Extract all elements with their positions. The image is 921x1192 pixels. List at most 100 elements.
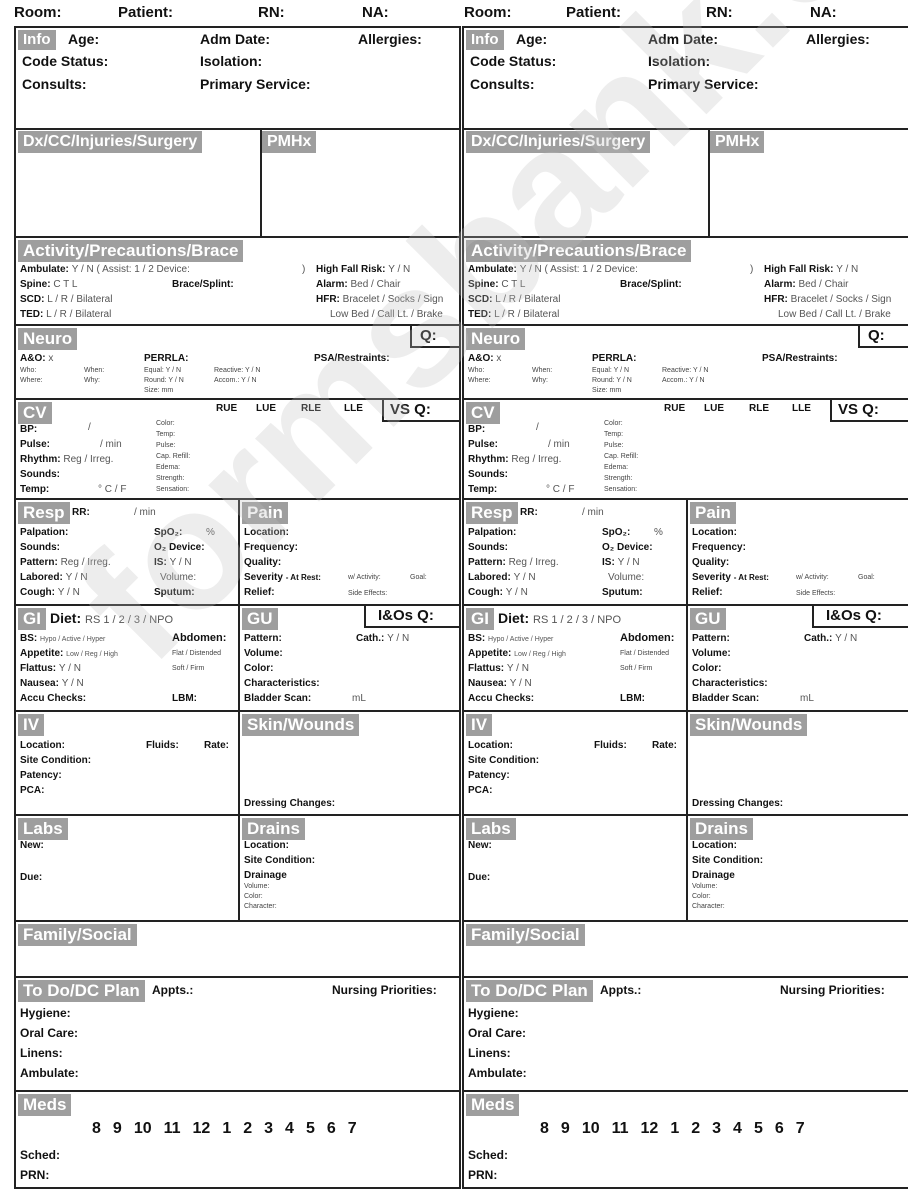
pulse-field[interactable]: Pulse: — [468, 439, 498, 450]
age-field[interactable]: Age: — [68, 31, 99, 47]
gu-color-field[interactable]: Color: — [692, 663, 721, 674]
iv-patency-field[interactable]: Patency: — [468, 770, 510, 781]
pain-quality-field[interactable]: Quality: — [692, 557, 729, 568]
where-field[interactable]: Where: — [468, 377, 491, 384]
cath-field[interactable]: Cath.: Y / N — [804, 633, 857, 644]
todo-ambulate-field[interactable]: Ambulate: — [20, 1066, 79, 1080]
consults-field[interactable]: Consults: — [22, 76, 87, 92]
prn-field[interactable]: PRN: — [20, 1168, 49, 1182]
is-field[interactable]: IS: Y / N — [602, 557, 640, 568]
pain-frequency-field[interactable]: Frequency: — [244, 542, 298, 553]
iv-location-field[interactable]: Location: — [468, 740, 513, 751]
pain-goal[interactable]: Goal: — [858, 574, 875, 581]
round-field[interactable]: Round: Y / N — [592, 377, 632, 384]
accu-checks-field[interactable]: Accu Checks: — [20, 693, 86, 704]
pain-w-activity[interactable]: w/ Activity: — [348, 574, 381, 581]
todo-ambulate-field[interactable]: Ambulate: — [468, 1066, 527, 1080]
na-field[interactable]: NA: — [362, 4, 389, 21]
flattus-field[interactable]: Flattus: Y / N — [468, 663, 529, 674]
equal-field[interactable]: Equal: Y / N — [144, 367, 181, 374]
ios-q-box[interactable]: I&Os Q: — [812, 606, 908, 628]
where-field[interactable]: Where: — [20, 377, 43, 384]
abdomen-field[interactable]: Abdomen: — [620, 632, 674, 644]
drainage-volume[interactable]: Volume: — [244, 883, 269, 890]
adm-date-field[interactable]: Adm Date: — [648, 31, 718, 47]
rr-field[interactable]: RR: — [520, 507, 538, 518]
spine-field[interactable]: Spine: C T L — [468, 279, 525, 290]
why-field[interactable]: Why: — [84, 377, 100, 384]
why-field[interactable]: Why: — [532, 377, 548, 384]
pattern-field[interactable]: Pattern: Reg / Irreg. — [20, 557, 111, 568]
code-status-field[interactable]: Code Status: — [22, 53, 108, 69]
brace-field[interactable]: Brace/Splint: — [172, 279, 234, 290]
resp-sounds-field[interactable]: Sounds: — [468, 542, 508, 553]
diet-field[interactable]: Diet: RS 1 / 2 / 3 / NPO — [498, 610, 621, 626]
brace-field[interactable]: Brace/Splint: — [620, 279, 682, 290]
appts-field[interactable]: Appts.: — [152, 983, 193, 997]
o2-device-field[interactable]: O₂ Device: — [602, 542, 653, 553]
spo2-field[interactable]: SpO₂: — [602, 527, 630, 538]
temp-field[interactable]: Temp: — [20, 484, 49, 495]
cath-field[interactable]: Cath.: Y / N — [356, 633, 409, 644]
bs-field[interactable]: BS: Hypo / Active / Hyper — [468, 633, 553, 644]
flattus-field[interactable]: Flattus: Y / N — [20, 663, 81, 674]
bp-field[interactable]: BP: — [20, 424, 37, 435]
ios-q-box[interactable]: I&Os Q: — [364, 606, 459, 628]
psa-restraints-field[interactable]: PSA/Restraints: — [314, 353, 390, 364]
na-field[interactable]: NA: — [810, 4, 837, 21]
pain-relief-field[interactable]: Relief: — [244, 587, 275, 598]
size-field[interactable]: Size: mm — [144, 387, 173, 394]
vs-q-box[interactable]: VS Q: — [382, 400, 459, 422]
isolation-field[interactable]: Isolation: — [200, 53, 262, 69]
round-field[interactable]: Round: Y / N — [144, 377, 184, 384]
pain-quality-field[interactable]: Quality: — [244, 557, 281, 568]
diet-field[interactable]: Diet: RS 1 / 2 / 3 / NPO — [50, 610, 173, 626]
sched-field[interactable]: Sched: — [20, 1148, 60, 1162]
resp-sounds-field[interactable]: Sounds: — [20, 542, 60, 553]
pain-location-field[interactable]: Location: — [244, 527, 289, 538]
scd-field[interactable]: SCD: L / R / Bilateral — [20, 294, 112, 305]
who-field[interactable]: Who: — [20, 367, 36, 374]
palpation-field[interactable]: Palpation: — [20, 527, 68, 538]
ao-field[interactable]: A&O: x — [468, 353, 501, 364]
cough-field[interactable]: Cough: Y / N — [468, 587, 528, 598]
labored-field[interactable]: Labored: Y / N — [20, 572, 88, 583]
iv-fluids-field[interactable]: Fluids: — [146, 740, 179, 751]
rn-field[interactable]: RN: — [258, 4, 285, 21]
nursing-priorities-field[interactable]: Nursing Priorities: — [332, 983, 437, 997]
nausea-field[interactable]: Nausea: Y / N — [468, 678, 532, 689]
oral-care-field[interactable]: Oral Care: — [20, 1026, 78, 1040]
pain-frequency-field[interactable]: Frequency: — [692, 542, 746, 553]
adm-date-field[interactable]: Adm Date: — [200, 31, 270, 47]
pmhx-cell[interactable]: PMHx — [260, 130, 459, 236]
drainage-color[interactable]: Color: — [244, 893, 263, 900]
pmhx-cell[interactable]: PMHx — [708, 130, 908, 236]
pain-severity-field[interactable]: Severity - At Rest: — [244, 572, 321, 583]
gu-characteristics-field[interactable]: Characteristics: — [244, 678, 320, 689]
alarm-field[interactable]: Alarm: Bed / Chair — [316, 279, 401, 290]
rhythm-field[interactable]: Rhythm: Reg / Irreg. — [468, 454, 561, 465]
high-fall-risk[interactable]: High Fall Risk: Y / N — [764, 264, 858, 275]
bladder-scan-field[interactable]: Bladder Scan: — [692, 693, 759, 704]
vs-q-box[interactable]: VS Q: — [830, 400, 908, 422]
iv-pca-field[interactable]: PCA: — [20, 785, 44, 796]
sounds-field[interactable]: Sounds: — [20, 469, 60, 480]
palpation-field[interactable]: Palpation: — [468, 527, 516, 538]
ted-field[interactable]: TED: L / R / Bilateral — [20, 309, 111, 320]
pain-severity-field[interactable]: Severity - At Rest: — [692, 572, 769, 583]
spo2-field[interactable]: SpO₂: — [154, 527, 182, 538]
drains-location-field[interactable]: Location: — [244, 840, 289, 851]
dx-cell[interactable]: Dx/CC/Injuries/Surgery — [464, 130, 708, 236]
gu-color-field[interactable]: Color: — [244, 663, 273, 674]
bladder-scan-field[interactable]: Bladder Scan: — [244, 693, 311, 704]
appetite-field[interactable]: Appetite: Low / Reg / High — [468, 648, 566, 659]
pain-location-field[interactable]: Location: — [692, 527, 737, 538]
room-field[interactable]: Room: — [14, 4, 62, 21]
who-field[interactable]: Who: — [468, 367, 484, 374]
pulse-field[interactable]: Pulse: — [20, 439, 50, 450]
gu-pattern-field[interactable]: Pattern: — [244, 633, 282, 644]
appetite-field[interactable]: Appetite: Low / Reg / High — [20, 648, 118, 659]
spine-field[interactable]: Spine: C T L — [20, 279, 77, 290]
sputum-field[interactable]: Sputum: — [602, 587, 643, 598]
temp-field[interactable]: Temp: — [468, 484, 497, 495]
